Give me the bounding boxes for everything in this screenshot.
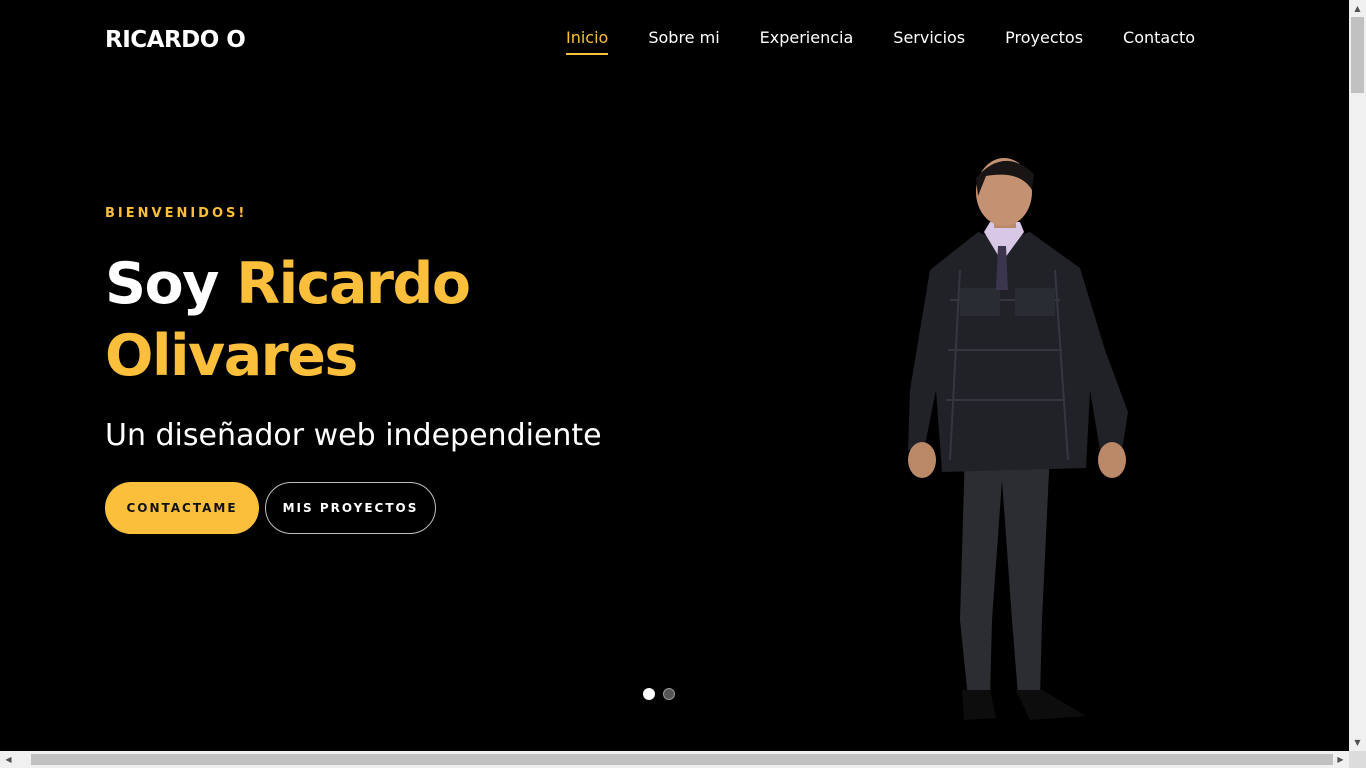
nav-item-experiencia[interactable]: Experiencia xyxy=(760,26,854,50)
site-logo[interactable]: RICARDO O xyxy=(105,26,246,54)
nav-item-servicios[interactable]: Servicios xyxy=(893,26,965,50)
nav-item-proyectos[interactable]: Proyectos xyxy=(1005,26,1083,50)
contact-button[interactable]: CONTACTAME xyxy=(105,482,259,534)
chevron-up-icon[interactable]: ▲ xyxy=(1349,0,1366,17)
headline-prefix: Soy xyxy=(105,251,219,317)
page-viewport: RICARDO O Inicio Sobre mi Experiencia Se… xyxy=(0,0,1349,751)
hero-subtitle: Un diseñador web independiente xyxy=(105,418,602,453)
horizontal-scroll-thumb[interactable] xyxy=(31,754,1333,765)
chevron-down-icon[interactable]: ▼ xyxy=(1349,734,1366,751)
vertical-scrollbar[interactable]: ▲ ▼ xyxy=(1349,0,1366,751)
scrollbar-corner xyxy=(1349,751,1366,768)
vertical-scroll-thumb[interactable] xyxy=(1351,17,1364,93)
nav-item-sobre-mi[interactable]: Sobre mi xyxy=(648,26,719,50)
projects-button[interactable]: MIS PROYECTOS xyxy=(265,482,436,534)
carousel-dot-2[interactable] xyxy=(663,688,675,700)
horizontal-scrollbar[interactable]: ◀ ▶ xyxy=(0,751,1349,768)
portrait-photo xyxy=(908,158,1128,720)
chevron-right-icon[interactable]: ▶ xyxy=(1332,751,1349,768)
nav-item-inicio[interactable]: Inicio xyxy=(566,26,609,55)
chevron-left-icon[interactable]: ◀ xyxy=(0,751,17,768)
hero-eyebrow: BIENVENIDOS! xyxy=(105,206,248,221)
hero-headline: Soy Ricardo Olivares xyxy=(105,248,625,392)
carousel-dots xyxy=(643,688,675,700)
nav-item-contacto[interactable]: Contacto xyxy=(1123,26,1195,50)
main-nav: Inicio Sobre mi Experiencia Servicios Pr… xyxy=(566,26,1195,55)
carousel-dot-1[interactable] xyxy=(643,688,655,700)
